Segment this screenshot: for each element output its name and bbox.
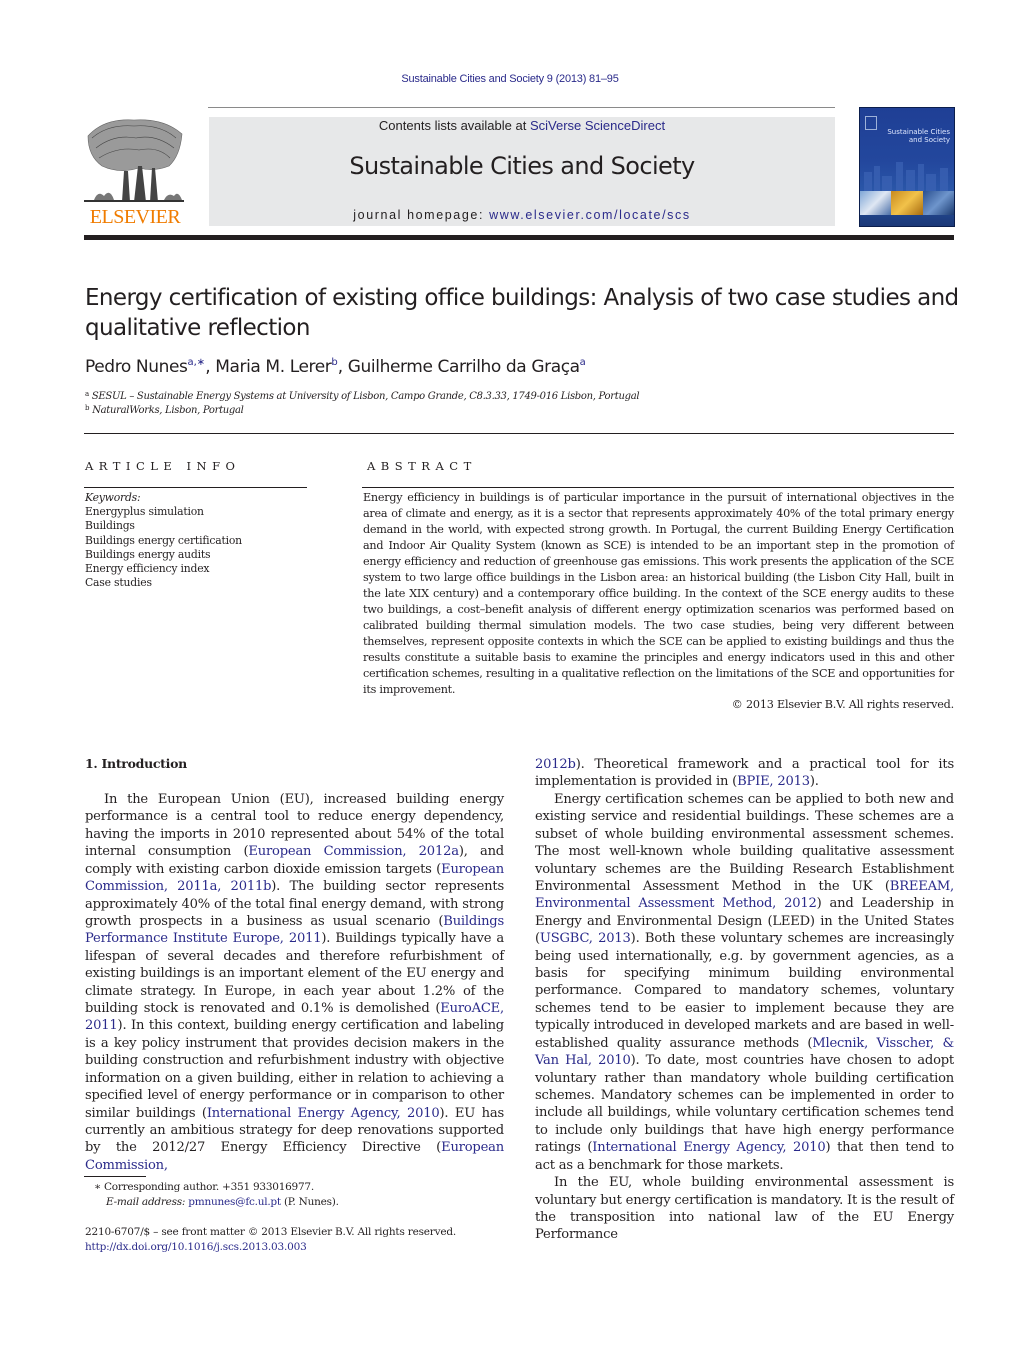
author-affiliation-mark[interactable]: a	[580, 357, 586, 368]
abstract-text: Energy efficiency in buildings is of par…	[363, 491, 954, 696]
author-list: Pedro Nunesa,∗, Maria M. Lererb, Guilher…	[85, 357, 586, 377]
front-matter-notice: 2210-6707/$ – see front matter © 2013 El…	[85, 1226, 457, 1238]
running-head[interactable]: Sustainable Cities and Society 9 (2013) …	[0, 73, 1020, 85]
footnote-rule	[84, 1176, 146, 1177]
body-paragraph: In the EU, whole building environmental …	[535, 1174, 954, 1244]
email-suffix: (P. Nunes).	[280, 1196, 339, 1208]
citation-link[interactable]: European Commission, 2012a	[248, 844, 459, 859]
body-text: ).	[809, 774, 819, 790]
body-text: In the EU, whole building environmental …	[535, 1175, 954, 1243]
elsevier-wordmark: ELSEVIER	[89, 206, 181, 228]
journal-homepage-line: journal homepage: www.elsevier.com/locat…	[209, 208, 835, 222]
keyword-item: Buildings energy audits	[85, 547, 211, 561]
cover-photo-strip	[860, 191, 954, 215]
keywords-block: Keywords: Energyplus simulation Buildings…	[85, 491, 242, 590]
citation-link[interactable]: BPIE, 2013	[737, 774, 810, 789]
author-name[interactable]: Guilherme Carrilho da Graça	[348, 357, 580, 377]
keyword-item: Case studies	[85, 576, 152, 590]
email-label: E-mail address:	[106, 1196, 186, 1208]
affiliation-b: b NaturalWorks, Lisbon, Portugal	[85, 404, 244, 416]
keyword-item: Buildings	[85, 519, 135, 533]
article-info-heading: ARTICLE INFO	[85, 459, 241, 473]
citation-link[interactable]: International Energy Agency, 2010	[207, 1106, 440, 1121]
author-separator: ,	[205, 357, 216, 377]
cover-title-line2: and Society	[908, 136, 950, 144]
body-paragraph: Energy certification schemes can be appl…	[535, 791, 954, 1174]
keyword-item: Energyplus simulation	[85, 505, 204, 519]
author-1[interactable]: Pedro Nunesa,∗,	[85, 357, 215, 377]
keyword-item: Energy efficiency index	[85, 562, 210, 576]
journal-homepage-link[interactable]: www.elsevier.com/locate/scs	[489, 208, 691, 222]
body-paragraph: 2012b). Theoretical framework and a prac…	[535, 756, 954, 791]
affiliation-mark: b	[85, 404, 90, 412]
affiliation-text: SESUL – Sustainable Energy Systems at Un…	[91, 391, 640, 402]
keyword-item: Buildings energy certification	[85, 533, 242, 547]
author-affiliation-mark[interactable]: a,∗	[188, 357, 206, 368]
affiliation-mark: a	[85, 390, 89, 398]
author-2[interactable]: Maria M. Lererb,	[215, 357, 348, 377]
body-column-right: 2012b). Theoretical framework and a prac…	[535, 756, 954, 1244]
elsevier-logo[interactable]: ELSEVIER	[84, 116, 186, 228]
author-name[interactable]: Maria M. Lerer	[215, 357, 332, 377]
journal-name: Sustainable Cities and Society	[349, 152, 695, 180]
corresponding-author-footnote: ∗ Corresponding author. +351 933016977.	[94, 1181, 314, 1193]
contents-prefix: Contents lists available at	[378, 118, 530, 133]
front-matter-rule	[84, 433, 954, 434]
cover-title: Sustainable Cities and Society	[866, 128, 950, 144]
citation-link[interactable]: International Energy Agency, 2010	[592, 1140, 825, 1155]
citation-link[interactable]: 2012b	[535, 757, 576, 772]
affiliation-a: a SESUL – Sustainable Energy Systems at U…	[85, 390, 640, 402]
doi-link[interactable]: http://dx.doi.org/10.1016/j.scs.2013.03.…	[85, 1241, 307, 1253]
journal-banner: Contents lists available at SciVerse Sci…	[209, 117, 835, 226]
article-title: Energy certification of existing office …	[85, 285, 959, 341]
author-3[interactable]: Guilherme Carrilho da Graçaa	[348, 357, 586, 377]
author-name[interactable]: Pedro Nunes	[85, 357, 188, 377]
abstract-copyright: © 2013 Elsevier B.V. All rights reserved…	[731, 698, 955, 711]
author-email-link[interactable]: pmnunes@fc.ul.pt	[188, 1196, 281, 1208]
journal-cover-image[interactable]: Sustainable Cities and Society	[859, 107, 955, 227]
author-separator: ,	[337, 357, 348, 377]
body-column-left: In the European Union (EU), increased bu…	[85, 791, 504, 1174]
cover-title-line1: Sustainable Cities	[887, 128, 950, 136]
sciencedirect-link[interactable]: SciVerse ScienceDirect	[530, 118, 665, 133]
contents-line: Contents lists available at SciVerse Sci…	[209, 118, 835, 133]
abstract-heading: ABSTRACT	[367, 459, 477, 473]
citation-link[interactable]: USGBC, 2013	[540, 931, 631, 946]
affiliation-text: NaturalWorks, Lisbon, Portugal	[92, 405, 244, 416]
header-top-rule	[208, 107, 835, 108]
body-text: ). Both these voluntary schemes are incr…	[535, 931, 954, 1051]
abstract-rule	[362, 487, 954, 488]
homepage-prefix: journal homepage:	[353, 208, 490, 222]
section-heading-introduction: 1. Introduction	[85, 756, 187, 771]
article-info-rule	[84, 487, 307, 488]
keywords-label: Keywords:	[85, 491, 141, 504]
body-paragraph: In the European Union (EU), increased bu…	[85, 791, 504, 1174]
email-footnote: E-mail address: pmnunes@fc.ul.pt (P. Nun…	[106, 1196, 339, 1208]
elsevier-tree-icon	[84, 119, 184, 202]
header-thick-rule	[84, 235, 954, 240]
keywords-list: Energyplus simulation Buildings Buildings …	[85, 505, 242, 590]
